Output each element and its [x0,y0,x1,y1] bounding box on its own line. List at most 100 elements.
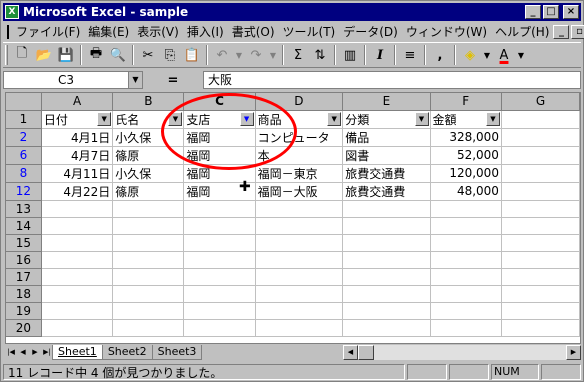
row-header[interactable]: 18 [6,285,42,303]
table-cell[interactable] [183,251,256,269]
autofilter-active-dropdown-icon[interactable]: ▼ [239,111,254,126]
column-header-e[interactable]: E [342,93,431,111]
table-cell[interactable] [255,234,344,252]
column-header-a[interactable]: A [41,93,114,111]
toolbar-grip[interactable] [5,45,8,65]
doc-restore-button[interactable]: ▫ [571,24,584,39]
formula-equals-sign[interactable]: = [143,73,203,88]
table-cell[interactable] [41,217,114,235]
new-icon[interactable]: 🗋 [11,44,33,66]
row-header[interactable]: 14 [6,217,42,235]
undo-icon[interactable]: ↶ [211,44,233,66]
row-header[interactable]: 19 [6,302,42,320]
table-cell[interactable] [255,268,344,286]
table-cell[interactable] [501,268,580,286]
table-cell[interactable] [430,200,502,218]
table-cell[interactable] [501,319,580,337]
maximize-button[interactable]: □ [543,5,559,19]
table-cell[interactable] [183,319,256,337]
prev-sheet-icon[interactable]: ◀ [17,346,29,359]
table-cell[interactable]: 福岡－東京 [255,164,344,183]
menu-format[interactable]: 書式(O) [228,23,279,40]
font-color-dropdown-icon[interactable]: ▼ [515,44,527,66]
table-cell[interactable]: 4月11日 [41,164,114,183]
table-cell[interactable]: 図書 [342,146,431,165]
fill-color-dropdown-icon[interactable]: ▼ [481,44,493,66]
table-cell[interactable] [112,217,185,235]
table-cell[interactable] [501,217,580,235]
table-cell[interactable]: 52,000 [430,146,502,165]
table-cell[interactable] [255,302,344,320]
autosum-icon[interactable]: Σ [287,44,309,66]
align-center-icon[interactable]: ≡ [399,44,421,66]
row-header[interactable]: 17 [6,268,42,286]
autofilter-dropdown-icon[interactable]: ▼ [168,111,183,126]
header-cell-branch[interactable]: 支店 ▼ [183,110,256,129]
table-cell[interactable]: コンピュータ [255,128,344,147]
table-cell[interactable] [183,234,256,252]
redo-icon[interactable]: ↷ [245,44,267,66]
row-header[interactable]: 13 [6,200,42,218]
fill-color-icon[interactable]: ◈ [459,44,481,66]
table-cell[interactable] [112,285,185,303]
table-cell[interactable] [430,217,502,235]
comma-icon[interactable]: , [429,44,451,66]
cut-icon[interactable]: ✂ [137,44,159,66]
table-cell[interactable] [501,182,580,201]
table-cell[interactable] [430,251,502,269]
table-cell[interactable] [501,128,580,147]
copy-icon[interactable]: ⎘ [159,44,181,66]
header-cell-date[interactable]: 日付 ▼ [41,110,114,129]
table-cell[interactable] [342,268,431,286]
column-header-b[interactable]: B [112,93,185,111]
table-cell[interactable] [430,319,502,337]
table-cell[interactable] [255,319,344,337]
chart-icon[interactable]: ▥ [339,44,361,66]
autofilter-dropdown-icon[interactable]: ▼ [414,111,429,126]
table-cell[interactable] [112,319,185,337]
table-cell[interactable] [342,200,431,218]
open-icon[interactable]: 📂 [33,44,55,66]
select-all-corner[interactable] [6,93,42,111]
table-cell[interactable]: 福岡 [183,128,256,147]
table-cell[interactable] [112,251,185,269]
doc-minimize-button[interactable]: _ [553,24,570,39]
save-icon[interactable]: 💾 [55,44,77,66]
worksheet-grid[interactable]: A B C D E F G 1 日付 ▼ 氏名 ▼ 支店 ▼ 商品 ▼ 分類 ▼ 金額 ▼ … [5,92,581,344]
table-cell[interactable]: 4月1日 [41,128,114,147]
menu-tools[interactable]: ツール(T) [279,23,340,40]
table-cell[interactable]: 328,000 [430,128,502,147]
table-cell[interactable] [501,164,580,183]
header-cell-category[interactable]: 分類 ▼ [342,110,431,129]
table-cell[interactable] [501,200,580,218]
table-cell[interactable] [501,251,580,269]
italic-icon[interactable]: I [369,44,391,66]
row-header[interactable]: 16 [6,251,42,269]
table-cell[interactable] [112,200,185,218]
table-cell[interactable] [430,285,502,303]
name-box[interactable]: C3 ▼ [3,71,143,89]
table-cell[interactable] [41,200,114,218]
menu-insert[interactable]: 挿入(I) [183,23,228,40]
row-header[interactable]: 1 [6,110,42,129]
header-cell-name[interactable]: 氏名 ▼ [112,110,185,129]
table-cell[interactable] [183,302,256,320]
table-cell[interactable]: 福岡 [183,146,256,165]
paste-icon[interactable]: 📋 [181,44,203,66]
table-cell[interactable] [430,302,502,320]
menu-view[interactable]: 表示(V) [133,23,183,40]
table-cell[interactable] [41,268,114,286]
column-header-d[interactable]: D [255,93,344,111]
preview-icon[interactable]: 🔍 [107,44,129,66]
row-header[interactable]: 8 [6,164,42,183]
menu-file[interactable]: ファイル(F) [12,23,84,40]
undo-dropdown-icon[interactable]: ▼ [233,44,245,66]
table-cell[interactable] [255,251,344,269]
formula-input[interactable]: 大阪 [203,71,581,89]
sort-icon[interactable]: ⇅ [309,44,331,66]
next-sheet-icon[interactable]: ▶ [29,346,41,359]
table-cell[interactable] [342,285,431,303]
redo-dropdown-icon[interactable]: ▼ [267,44,279,66]
workbook-icon[interactable] [7,24,9,39]
minimize-button[interactable]: _ [525,5,541,19]
